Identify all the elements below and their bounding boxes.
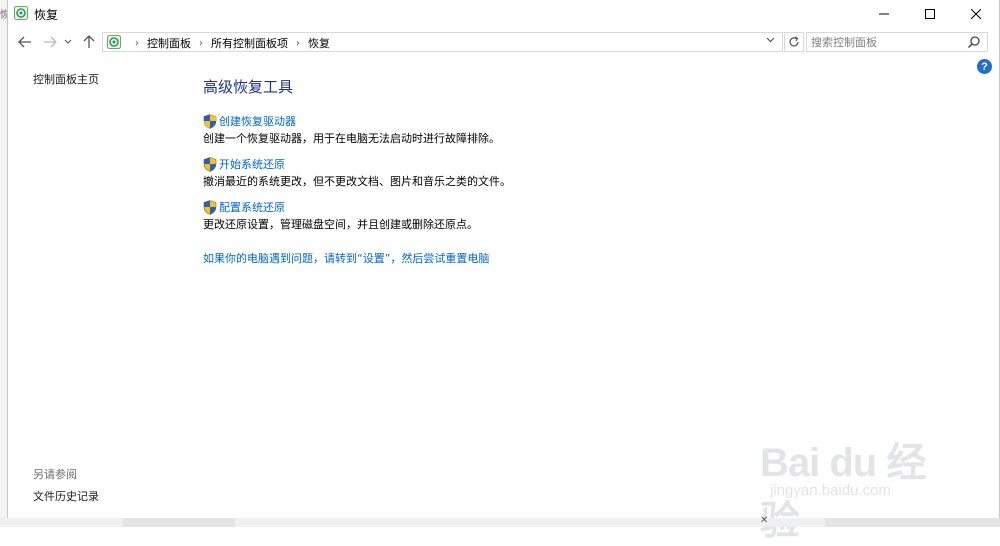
search-box[interactable] (806, 32, 988, 52)
uac-shield-icon (203, 156, 217, 172)
arrow-left-icon (18, 36, 31, 48)
window-title: 恢复 (34, 8, 59, 22)
option-description: 撤消最近的系统更改，但不更改文档、图片和音乐之类的文件。 (203, 175, 511, 188)
breadcrumb-item-control-panel[interactable]: 控制面板 (147, 35, 191, 51)
page-title: 高级恢复工具 (203, 78, 294, 96)
title-bar[interactable]: 恢复 (8, 0, 999, 28)
maximize-button[interactable] (907, 0, 953, 28)
control-panel-home-link[interactable]: 控制面板主页 (33, 71, 99, 87)
uac-shield-icon (203, 113, 217, 129)
arrow-right-icon (44, 36, 57, 48)
back-button[interactable] (16, 33, 34, 51)
file-history-link[interactable]: 文件历史记录 (33, 488, 99, 504)
search-icon[interactable] (967, 35, 981, 49)
breadcrumb: › 控制面板 › 所有控制面板项 › 恢复 (127, 35, 330, 51)
close-icon[interactable]: ✕ (760, 515, 768, 526)
chevron-down-icon (64, 39, 72, 44)
close-icon (971, 9, 981, 19)
breadcrumb-item-recovery[interactable]: 恢复 (308, 35, 330, 51)
see-also-heading: 另请参阅 (33, 468, 77, 481)
taskbar-segment (825, 518, 1000, 527)
refresh-button[interactable] (784, 32, 804, 52)
reset-pc-link[interactable]: 如果你的电脑遇到问题，请转到“设置”，然后尝试重置电脑 (203, 250, 489, 266)
recent-locations-button[interactable] (62, 33, 74, 51)
up-button[interactable] (80, 33, 98, 51)
breadcrumb-separator-icon[interactable]: › (199, 38, 203, 49)
maximize-icon (925, 9, 935, 19)
taskbar-strip: ✕ (0, 515, 1000, 527)
address-dropdown-button[interactable] (766, 35, 775, 46)
refresh-icon (789, 36, 799, 47)
create-recovery-drive-link[interactable]: 创建恢复驱动器 (219, 113, 296, 129)
minimize-icon (879, 13, 889, 15)
watermark-url: jingyan.baidu.com (770, 482, 891, 499)
option-description: 创建一个恢复驱动器，用于在电脑无法启动时进行故障排除。 (203, 132, 500, 145)
background-window-edge: 恢 (0, 0, 10, 527)
taskbar-segment (123, 518, 235, 527)
recovery-option: 配置系统还原 更改还原设置，管理磁盘空间，并且创建或删除还原点。 (203, 199, 478, 232)
uac-shield-icon (203, 199, 217, 215)
configure-system-restore-link[interactable]: 配置系统还原 (219, 199, 285, 215)
address-bar[interactable]: › 控制面板 › 所有控制面板项 › 恢复 (102, 32, 783, 52)
search-input[interactable] (811, 34, 961, 50)
close-button[interactable] (953, 0, 999, 28)
chevron-down-icon (766, 37, 775, 43)
arrow-up-icon (83, 35, 95, 48)
recovery-option: 创建恢复驱动器 创建一个恢复驱动器，用于在电脑无法启动时进行故障排除。 (203, 113, 500, 146)
open-system-restore-link[interactable]: 开始系统还原 (219, 156, 285, 172)
breadcrumb-item-all-items[interactable]: 所有控制面板项 (211, 35, 288, 51)
option-description: 更改还原设置，管理磁盘空间，并且创建或删除还原点。 (203, 218, 478, 231)
help-icon[interactable]: ? (977, 59, 992, 74)
forward-button[interactable] (41, 33, 59, 51)
navigation-bar: › 控制面板 › 所有控制面板项 › 恢复 (8, 29, 999, 55)
recovery-app-icon (14, 6, 28, 20)
recovery-option: 开始系统还原 撤消最近的系统更改，但不更改文档、图片和音乐之类的文件。 (203, 156, 511, 189)
breadcrumb-separator-icon[interactable]: › (296, 38, 300, 49)
breadcrumb-separator-icon[interactable]: › (135, 38, 139, 49)
control-panel-icon (107, 35, 121, 49)
minimize-button[interactable] (861, 0, 907, 28)
baidu-watermark: Bai du 经验 jingyan.baidu.com (760, 420, 960, 543)
